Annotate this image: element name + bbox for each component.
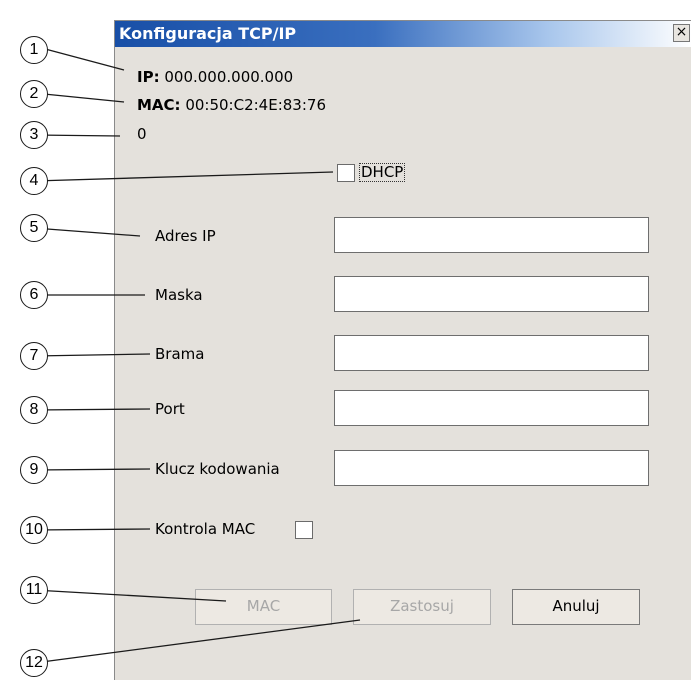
- callout-7: 7: [20, 342, 48, 370]
- callout-11: 11: [20, 576, 48, 604]
- callout-6: 6: [20, 281, 48, 309]
- callout-10: 10: [20, 516, 48, 544]
- callout-4: 4: [20, 167, 48, 195]
- callout-8: 8: [20, 396, 48, 424]
- callout-1: 1: [20, 36, 48, 64]
- callout-leader-lines: [33, 45, 361, 664]
- callout-5: 5: [20, 214, 48, 242]
- callout-12: 12: [20, 649, 48, 677]
- callout-3: 3: [20, 121, 48, 149]
- callout-2: 2: [20, 80, 48, 108]
- callout-9: 9: [20, 456, 48, 484]
